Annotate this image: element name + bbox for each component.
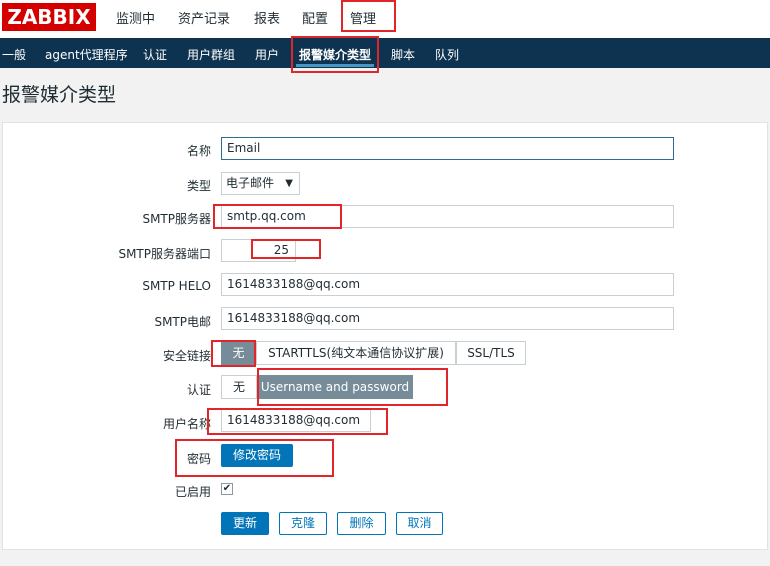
nav-inventory[interactable]: 资产记录 xyxy=(178,8,230,27)
caret-down-icon: ▼ xyxy=(285,178,293,189)
cancel-button[interactable]: 取消 xyxy=(396,512,443,535)
subnav-user-groups[interactable]: 用户群组 xyxy=(187,46,235,63)
smtp-port-input[interactable]: 25 xyxy=(221,239,296,262)
checkmark-icon: ✔ xyxy=(222,483,232,494)
enabled-checkbox[interactable]: ✔ xyxy=(221,483,233,495)
security-none-option[interactable]: 无 xyxy=(221,341,256,365)
delete-button[interactable]: 删除 xyxy=(337,512,386,535)
type-select-value: 电子邮件 xyxy=(226,176,275,190)
smtp-server-input[interactable]: smtp.qq.com xyxy=(221,205,674,228)
change-password-button[interactable]: 修改密码 xyxy=(221,444,293,467)
smtp-helo-label: SMTP HELO xyxy=(142,279,211,293)
security-ssltls-option[interactable]: SSL/TLS xyxy=(456,341,526,365)
auth-username-password-option[interactable]: Username and password xyxy=(257,375,413,399)
auth-none-option[interactable]: 无 xyxy=(221,375,257,399)
subnav-proxies[interactable]: agent代理程序 xyxy=(45,46,128,63)
subnav-users[interactable]: 用户 xyxy=(255,46,279,63)
active-tab-indicator xyxy=(296,64,374,67)
sub-navigation-bar: 一般 agent代理程序 认证 用户群组 用户 报警媒介类型 脚本 队列 xyxy=(0,38,770,68)
smtp-email-label: SMTP电邮 xyxy=(154,315,211,329)
page-title: 报警媒介类型 xyxy=(2,84,117,106)
security-label: 安全链接 xyxy=(162,349,211,363)
username-input[interactable]: 1614833188@qq.com xyxy=(221,409,371,432)
smtp-port-label: SMTP服务器端口 xyxy=(118,247,211,261)
update-button[interactable]: 更新 xyxy=(221,512,269,535)
type-label: 类型 xyxy=(186,179,211,193)
type-select[interactable]: 电子邮件 ▼ xyxy=(221,172,300,195)
subnav-authentication[interactable]: 认证 xyxy=(143,46,167,63)
subnav-scripts[interactable]: 脚本 xyxy=(391,46,415,63)
nav-administration[interactable]: 管理 xyxy=(350,8,376,27)
nav-monitoring[interactable]: 监测中 xyxy=(116,8,155,27)
name-input[interactable]: Email xyxy=(221,137,674,160)
subnav-general[interactable]: 一般 xyxy=(2,46,26,63)
smtp-server-label: SMTP服务器 xyxy=(142,212,211,226)
nav-configuration[interactable]: 配置 xyxy=(302,8,328,27)
top-navigation-bar: ZABBIX 监测中 资产记录 报表 配置 管理 xyxy=(0,0,770,38)
subnav-media-types[interactable]: 报警媒介类型 xyxy=(299,46,371,63)
nav-reports[interactable]: 报表 xyxy=(254,8,280,27)
username-label: 用户名称 xyxy=(162,417,211,431)
password-label: 密码 xyxy=(186,452,211,466)
smtp-helo-input[interactable]: 1614833188@qq.com xyxy=(221,273,674,296)
subnav-queue[interactable]: 队列 xyxy=(435,46,459,63)
zabbix-logo[interactable]: ZABBIX xyxy=(2,3,96,31)
name-label: 名称 xyxy=(186,144,211,158)
auth-label: 认证 xyxy=(186,383,211,397)
clone-button[interactable]: 克隆 xyxy=(279,512,327,535)
smtp-email-input[interactable]: 1614833188@qq.com xyxy=(221,307,674,330)
enabled-label: 已启用 xyxy=(174,485,211,499)
security-starttls-option[interactable]: STARTTLS(纯文本通信协议扩展) xyxy=(256,341,456,365)
